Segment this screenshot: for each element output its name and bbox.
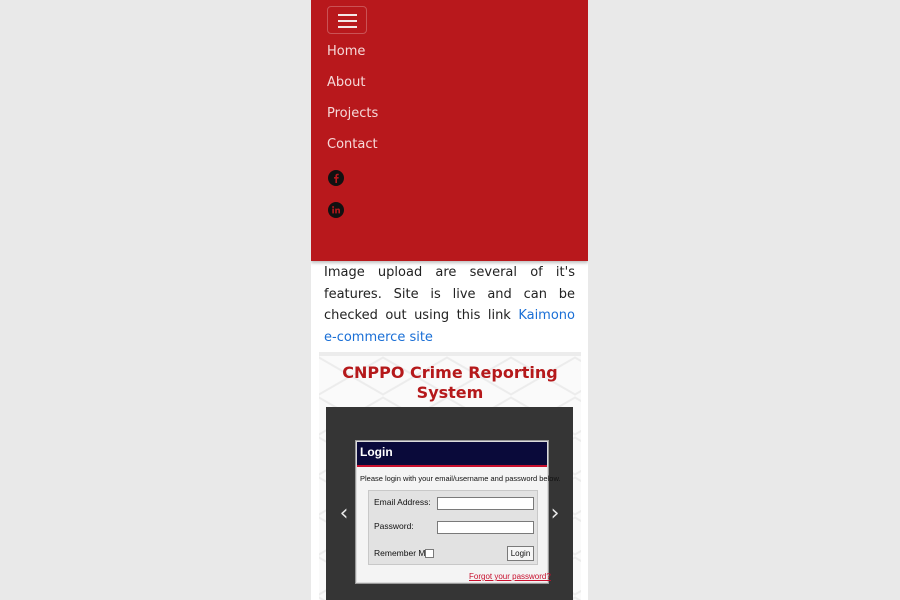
facebook-icon[interactable] — [328, 170, 344, 186]
screenshot-email-label: Email Address: — [374, 497, 431, 507]
screenshot-header-title: Login — [360, 445, 393, 459]
navbar: Home About Projects Contact — [311, 0, 588, 261]
screenshot-forgot-link: Forgot your password? — [469, 572, 551, 581]
nav-link-home[interactable]: Home — [327, 44, 365, 59]
screenshot-header: Login — [357, 442, 547, 467]
screenshot-remember-checkbox — [425, 549, 434, 558]
menu-icon-bar — [338, 26, 357, 28]
screenshot-password-field — [437, 521, 534, 534]
screenshot-body: Please login with your email/username an… — [357, 467, 561, 582]
screenshot-remember-label: Remember Me: — [374, 548, 433, 558]
mobile-viewport: Image upload are several of it's feature… — [311, 0, 588, 600]
menu-icon — [338, 14, 357, 16]
screenshot-password-label: Password: — [374, 521, 414, 531]
screenshot-email-field — [437, 497, 534, 510]
menu-toggle-button[interactable] — [327, 6, 367, 34]
chevron-left-icon[interactable]: ‹ — [334, 502, 354, 526]
nav-link-about[interactable]: About — [327, 75, 365, 90]
screenshot-login-form: Email Address: Password: Remember Me: Lo… — [368, 490, 538, 565]
menu-icon-bar — [338, 20, 357, 22]
screenshot-login-button: Login — [507, 546, 534, 561]
linkedin-icon[interactable] — [328, 202, 344, 218]
project-card: CNPPO Crime Reporting System ‹ › Login P… — [319, 352, 581, 600]
project-description: Image upload are several of it's feature… — [324, 262, 575, 348]
nav-link-projects[interactable]: Projects — [327, 106, 378, 121]
nav-link-contact[interactable]: Contact — [327, 137, 378, 152]
screenshot-intro-text: Please login with your email/username an… — [360, 474, 561, 483]
carousel-screenshot: Login Please login with your email/usern… — [355, 440, 561, 584]
project-carousel: ‹ › Login Please login with your email/u… — [326, 407, 573, 600]
project-title: CNPPO Crime Reporting System — [342, 363, 558, 402]
